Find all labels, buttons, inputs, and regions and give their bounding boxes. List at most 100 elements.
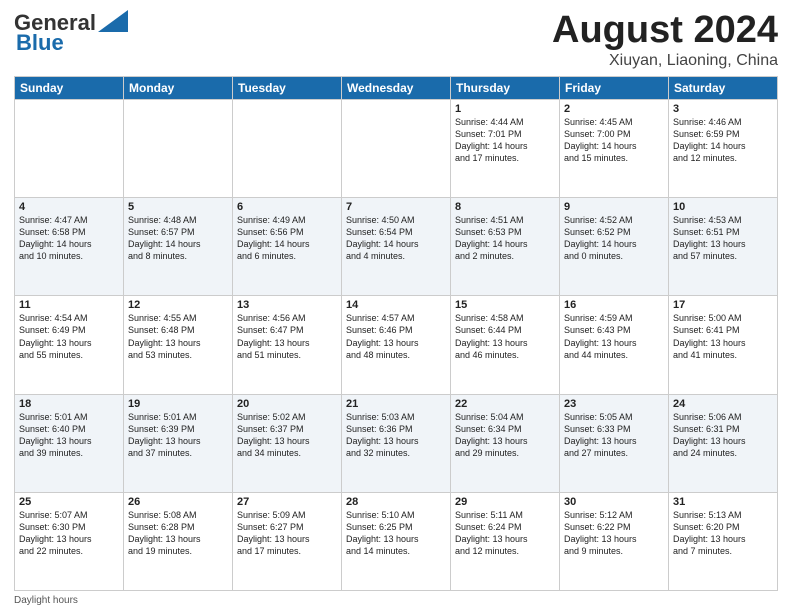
calendar-cell: 31Sunrise: 5:13 AM Sunset: 6:20 PM Dayli…: [669, 492, 778, 590]
day-info: Sunrise: 4:53 AM Sunset: 6:51 PM Dayligh…: [673, 214, 773, 263]
day-info: Sunrise: 5:10 AM Sunset: 6:25 PM Dayligh…: [346, 509, 446, 558]
day-info: Sunrise: 4:57 AM Sunset: 6:46 PM Dayligh…: [346, 312, 446, 361]
day-info: Sunrise: 5:09 AM Sunset: 6:27 PM Dayligh…: [237, 509, 337, 558]
calendar-cell: 5Sunrise: 4:48 AM Sunset: 6:57 PM Daylig…: [124, 198, 233, 296]
calendar-week-row: 1Sunrise: 4:44 AM Sunset: 7:01 PM Daylig…: [15, 99, 778, 197]
location-title: Xiuyan, Liaoning, China: [552, 52, 778, 70]
day-info: Sunrise: 5:00 AM Sunset: 6:41 PM Dayligh…: [673, 312, 773, 361]
calendar-cell: 17Sunrise: 5:00 AM Sunset: 6:41 PM Dayli…: [669, 296, 778, 394]
calendar-cell: 16Sunrise: 4:59 AM Sunset: 6:43 PM Dayli…: [560, 296, 669, 394]
calendar-cell: 26Sunrise: 5:08 AM Sunset: 6:28 PM Dayli…: [124, 492, 233, 590]
calendar-cell: 29Sunrise: 5:11 AM Sunset: 6:24 PM Dayli…: [451, 492, 560, 590]
calendar-cell: 9Sunrise: 4:52 AM Sunset: 6:52 PM Daylig…: [560, 198, 669, 296]
calendar-cell: 24Sunrise: 5:06 AM Sunset: 6:31 PM Dayli…: [669, 394, 778, 492]
day-number: 22: [455, 398, 555, 410]
calendar-cell: 18Sunrise: 5:01 AM Sunset: 6:40 PM Dayli…: [15, 394, 124, 492]
day-of-week-header: Monday: [124, 76, 233, 99]
day-number: 16: [564, 299, 664, 311]
calendar-week-row: 25Sunrise: 5:07 AM Sunset: 6:30 PM Dayli…: [15, 492, 778, 590]
day-number: 4: [19, 201, 119, 213]
calendar-cell: 25Sunrise: 5:07 AM Sunset: 6:30 PM Dayli…: [15, 492, 124, 590]
calendar-week-row: 18Sunrise: 5:01 AM Sunset: 6:40 PM Dayli…: [15, 394, 778, 492]
day-number: 8: [455, 201, 555, 213]
calendar-cell: 11Sunrise: 4:54 AM Sunset: 6:49 PM Dayli…: [15, 296, 124, 394]
calendar-cell: [124, 99, 233, 197]
calendar-cell: 27Sunrise: 5:09 AM Sunset: 6:27 PM Dayli…: [233, 492, 342, 590]
day-number: 10: [673, 201, 773, 213]
day-of-week-header: Wednesday: [342, 76, 451, 99]
calendar-cell: 4Sunrise: 4:47 AM Sunset: 6:58 PM Daylig…: [15, 198, 124, 296]
footer: Daylight hours: [14, 595, 778, 606]
header: General Blue August 2024 Xiuyan, Liaonin…: [14, 10, 778, 70]
day-number: 11: [19, 299, 119, 311]
calendar-cell: 13Sunrise: 4:56 AM Sunset: 6:47 PM Dayli…: [233, 296, 342, 394]
calendar-cell: 14Sunrise: 4:57 AM Sunset: 6:46 PM Dayli…: [342, 296, 451, 394]
calendar-cell: 2Sunrise: 4:45 AM Sunset: 7:00 PM Daylig…: [560, 99, 669, 197]
day-of-week-header: Friday: [560, 76, 669, 99]
day-info: Sunrise: 5:02 AM Sunset: 6:37 PM Dayligh…: [237, 411, 337, 460]
calendar-week-row: 4Sunrise: 4:47 AM Sunset: 6:58 PM Daylig…: [15, 198, 778, 296]
day-number: 20: [237, 398, 337, 410]
day-of-week-header: Thursday: [451, 76, 560, 99]
day-of-week-header: Saturday: [669, 76, 778, 99]
day-number: 24: [673, 398, 773, 410]
calendar-cell: 19Sunrise: 5:01 AM Sunset: 6:39 PM Dayli…: [124, 394, 233, 492]
logo-icon: [98, 10, 128, 32]
day-info: Sunrise: 4:48 AM Sunset: 6:57 PM Dayligh…: [128, 214, 228, 263]
day-number: 28: [346, 496, 446, 508]
day-info: Sunrise: 5:04 AM Sunset: 6:34 PM Dayligh…: [455, 411, 555, 460]
day-info: Sunrise: 5:07 AM Sunset: 6:30 PM Dayligh…: [19, 509, 119, 558]
day-number: 18: [19, 398, 119, 410]
day-number: 26: [128, 496, 228, 508]
day-number: 1: [455, 103, 555, 115]
day-number: 23: [564, 398, 664, 410]
day-info: Sunrise: 5:13 AM Sunset: 6:20 PM Dayligh…: [673, 509, 773, 558]
calendar-cell: 3Sunrise: 4:46 AM Sunset: 6:59 PM Daylig…: [669, 99, 778, 197]
day-number: 25: [19, 496, 119, 508]
day-number: 19: [128, 398, 228, 410]
calendar-cell: 6Sunrise: 4:49 AM Sunset: 6:56 PM Daylig…: [233, 198, 342, 296]
page: General Blue August 2024 Xiuyan, Liaonin…: [0, 0, 792, 612]
day-info: Sunrise: 4:55 AM Sunset: 6:48 PM Dayligh…: [128, 312, 228, 361]
calendar-cell: [342, 99, 451, 197]
calendar-cell: 20Sunrise: 5:02 AM Sunset: 6:37 PM Dayli…: [233, 394, 342, 492]
day-info: Sunrise: 4:56 AM Sunset: 6:47 PM Dayligh…: [237, 312, 337, 361]
day-number: 15: [455, 299, 555, 311]
logo: General Blue: [14, 10, 128, 56]
day-number: 2: [564, 103, 664, 115]
day-number: 3: [673, 103, 773, 115]
day-number: 30: [564, 496, 664, 508]
day-info: Sunrise: 4:47 AM Sunset: 6:58 PM Dayligh…: [19, 214, 119, 263]
day-number: 14: [346, 299, 446, 311]
day-number: 6: [237, 201, 337, 213]
day-info: Sunrise: 4:45 AM Sunset: 7:00 PM Dayligh…: [564, 116, 664, 165]
day-of-week-header: Sunday: [15, 76, 124, 99]
calendar-cell: 1Sunrise: 4:44 AM Sunset: 7:01 PM Daylig…: [451, 99, 560, 197]
day-info: Sunrise: 5:03 AM Sunset: 6:36 PM Dayligh…: [346, 411, 446, 460]
day-info: Sunrise: 5:01 AM Sunset: 6:40 PM Dayligh…: [19, 411, 119, 460]
calendar-table: SundayMondayTuesdayWednesdayThursdayFrid…: [14, 76, 778, 591]
day-info: Sunrise: 5:08 AM Sunset: 6:28 PM Dayligh…: [128, 509, 228, 558]
calendar-cell: [233, 99, 342, 197]
day-info: Sunrise: 5:05 AM Sunset: 6:33 PM Dayligh…: [564, 411, 664, 460]
day-info: Sunrise: 4:52 AM Sunset: 6:52 PM Dayligh…: [564, 214, 664, 263]
day-number: 13: [237, 299, 337, 311]
month-title: August 2024: [552, 10, 778, 52]
day-info: Sunrise: 4:59 AM Sunset: 6:43 PM Dayligh…: [564, 312, 664, 361]
calendar-cell: 23Sunrise: 5:05 AM Sunset: 6:33 PM Dayli…: [560, 394, 669, 492]
day-number: 31: [673, 496, 773, 508]
day-of-week-header: Tuesday: [233, 76, 342, 99]
calendar-cell: [15, 99, 124, 197]
calendar-cell: 21Sunrise: 5:03 AM Sunset: 6:36 PM Dayli…: [342, 394, 451, 492]
day-info: Sunrise: 4:54 AM Sunset: 6:49 PM Dayligh…: [19, 312, 119, 361]
calendar-cell: 8Sunrise: 4:51 AM Sunset: 6:53 PM Daylig…: [451, 198, 560, 296]
day-number: 17: [673, 299, 773, 311]
calendar-cell: 28Sunrise: 5:10 AM Sunset: 6:25 PM Dayli…: [342, 492, 451, 590]
day-info: Sunrise: 4:51 AM Sunset: 6:53 PM Dayligh…: [455, 214, 555, 263]
logo-blue: Blue: [16, 30, 64, 56]
day-number: 21: [346, 398, 446, 410]
day-number: 12: [128, 299, 228, 311]
day-info: Sunrise: 5:12 AM Sunset: 6:22 PM Dayligh…: [564, 509, 664, 558]
day-number: 27: [237, 496, 337, 508]
day-number: 29: [455, 496, 555, 508]
